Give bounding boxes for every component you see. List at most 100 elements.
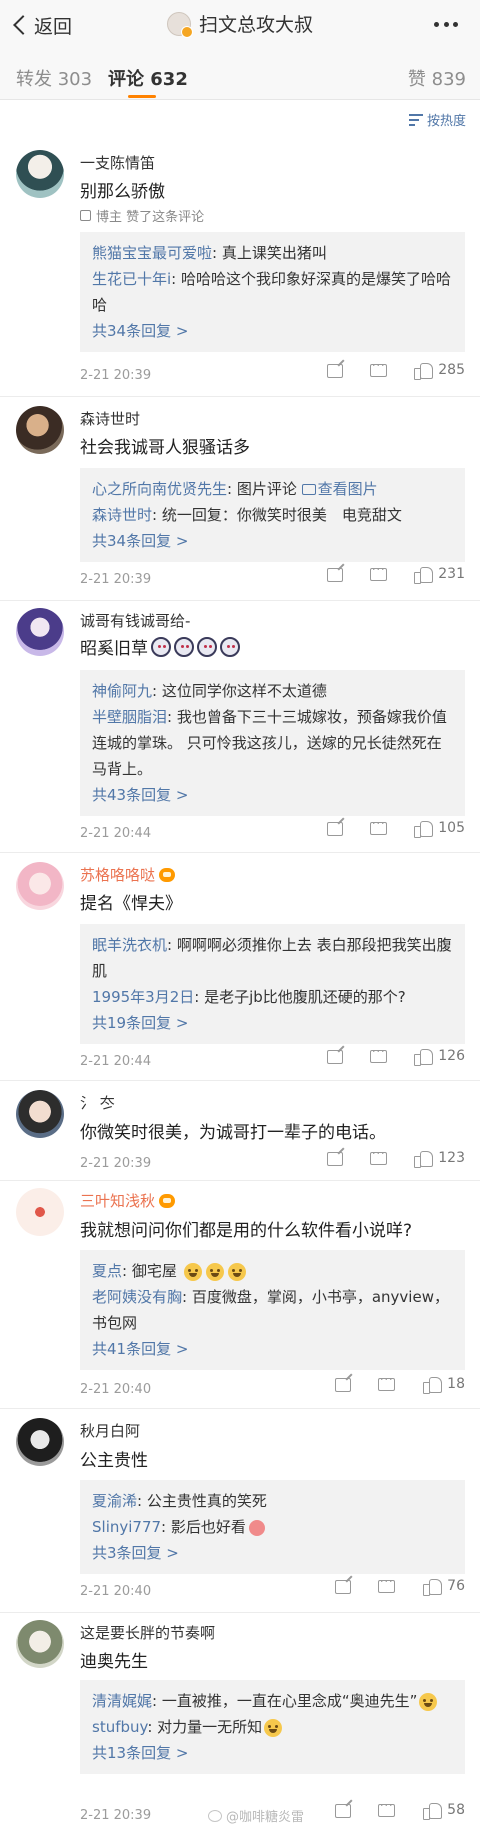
reply-button[interactable]: [378, 1575, 395, 1593]
more-replies-link[interactable]: 共13条回复 >: [92, 1740, 455, 1766]
reply-username[interactable]: 夏点: [92, 1262, 122, 1280]
share-icon: [335, 1804, 351, 1818]
like-count: 18: [447, 1376, 465, 1392]
reply-box: 神偷阿九: 这位同学你这样不太道德 半壁胭脂泪: 我也曾备下三十三城嫁妆，预备嫁…: [80, 670, 465, 816]
share-button[interactable]: [327, 822, 343, 836]
reply-line: 生花已十年i: 哈哈哈这个我印象好深真的是爆笑了哈哈哈: [92, 270, 452, 314]
like-button[interactable]: 231: [414, 566, 465, 584]
reply-line: 心之所向南优贤先生: 图片评论 查看图片: [92, 480, 378, 498]
avatar[interactable]: [16, 862, 64, 910]
reply-button[interactable]: [370, 563, 387, 581]
share-button[interactable]: [335, 1378, 351, 1392]
reply-username[interactable]: Slinyi777: [92, 1518, 161, 1536]
sort-toggle[interactable]: 按热度: [408, 110, 466, 129]
reply-button[interactable]: [370, 1045, 387, 1063]
share-button[interactable]: [335, 1580, 351, 1594]
more-replies-link[interactable]: 共41条回复 >: [92, 1336, 455, 1362]
avatar[interactable]: [16, 1620, 64, 1668]
avatar[interactable]: [16, 150, 64, 198]
more-replies-link[interactable]: 共34条回复 >: [92, 318, 455, 344]
like-button[interactable]: 285: [414, 362, 465, 380]
top-nav-bar: 返回 扫文总攻大叔: [0, 0, 480, 50]
author-avatar[interactable]: [166, 11, 193, 38]
laughing-emoji-icon: [419, 1692, 438, 1711]
share-button[interactable]: [327, 364, 343, 378]
more-replies-link[interactable]: 共3条回复 >: [92, 1540, 455, 1566]
share-button[interactable]: [327, 1152, 343, 1166]
reply-line: 半壁胭脂泪: 我也曾备下三十三城嫁妆，预备嫁我价值连城的掌珠。 只可怜我这孩儿，…: [92, 708, 447, 778]
reply-username[interactable]: 夏渝浠: [92, 1492, 137, 1510]
more-options-button[interactable]: [434, 22, 458, 28]
more-replies-link[interactable]: 共19条回复 >: [92, 1010, 455, 1036]
like-button[interactable]: 105: [414, 820, 465, 838]
reply-username[interactable]: 森诗世时: [92, 506, 152, 524]
laughing-emoji-icon: [183, 1262, 202, 1281]
username[interactable]: 苏格咯咯哒: [80, 864, 176, 885]
reply-button[interactable]: [370, 817, 387, 835]
laughing-emoji-icon: [227, 1262, 246, 1281]
dot-icon: [434, 22, 439, 27]
reply-username[interactable]: 生花已十年i: [92, 270, 171, 288]
reply-line: 眠羊洗衣机: 啊啊啊必须推你上去 表白那段把我笑出腹肌: [92, 936, 452, 980]
reply-box: 清清娓娓: 一直被推，一直在心里念成“奥迪先生” stufbuy: 对力量一无所…: [80, 1680, 465, 1774]
like-button[interactable]: 76: [423, 1578, 465, 1596]
reply-username[interactable]: 老阿姨没有胸: [92, 1288, 182, 1306]
username[interactable]: 一支陈情笛: [80, 152, 155, 173]
reply-username[interactable]: 心之所向南优贤先生: [92, 480, 227, 498]
like-button[interactable]: 18: [423, 1376, 465, 1394]
username[interactable]: 氵 冭: [80, 1092, 115, 1113]
view-image-link[interactable]: 查看图片: [301, 480, 378, 498]
reply-username[interactable]: 神偷阿九: [92, 682, 152, 700]
username[interactable]: 三叶知浅秋: [80, 1190, 176, 1211]
more-replies-link[interactable]: 共43条回复 >: [92, 782, 455, 808]
reply-username[interactable]: 1995年3月2日: [92, 988, 194, 1006]
like-button[interactable]: 58: [423, 1802, 465, 1820]
author-liked-text: 博主 赞了这条评论: [96, 210, 205, 225]
thumb-up-icon: [414, 566, 434, 584]
tab-likes[interactable]: 赞 839: [408, 65, 466, 91]
avatar[interactable]: [16, 1418, 64, 1466]
reply-line: 夏渝浠: 公主贵性真的笑死: [92, 1492, 267, 1510]
like-count: 76: [447, 1578, 465, 1594]
share-button[interactable]: [327, 1050, 343, 1064]
reply-button[interactable]: [370, 359, 387, 377]
reply-username[interactable]: 半壁胭脂泪: [92, 708, 167, 726]
reply-line: 神偷阿九: 这位同学你这样不太道德: [92, 682, 327, 700]
share-button[interactable]: [335, 1804, 351, 1818]
comment-meta: 2-21 20:40 76: [80, 1575, 465, 1606]
reply-button[interactable]: [378, 1799, 395, 1817]
dot-icon: [443, 22, 449, 27]
thumb-up-icon: [423, 1578, 443, 1596]
avatar[interactable]: [16, 406, 64, 454]
like-button[interactable]: 126: [414, 1048, 465, 1066]
share-icon: [335, 1580, 351, 1594]
reply-username[interactable]: stufbuy: [92, 1718, 147, 1736]
avatar[interactable]: [16, 1188, 64, 1236]
dot-icon: [453, 22, 458, 27]
divider: [0, 1612, 480, 1613]
username[interactable]: 秋月白阿: [80, 1420, 140, 1441]
share-icon: [327, 1050, 343, 1064]
reply-username[interactable]: 熊猫宝宝最可爱啦: [92, 244, 212, 262]
reply-text: 图片评论: [236, 480, 297, 498]
reply-username[interactable]: 清清娓娓: [92, 1692, 152, 1710]
reply-text: 真上课笑出猪叫: [221, 244, 327, 262]
watermark-text: @咖啡糖炎雷: [226, 1810, 305, 1825]
tab-repost[interactable]: 转发 303: [16, 65, 92, 91]
reply-button[interactable]: [370, 1147, 387, 1165]
avatar[interactable]: [16, 608, 64, 656]
reply-box: 熊猫宝宝最可爱啦: 真上课笑出猪叫 生花已十年i: 哈哈哈这个我印象好深真的是爆…: [80, 232, 465, 352]
sort-label: 按热度: [426, 114, 466, 129]
timestamp: 2-21 20:39: [80, 572, 152, 587]
username[interactable]: 这是要长胖的节奏啊: [80, 1622, 215, 1643]
avatar[interactable]: [16, 1090, 64, 1138]
like-button[interactable]: 123: [414, 1150, 465, 1168]
username[interactable]: 森诗世时: [80, 408, 140, 429]
vip-badge-icon: [159, 867, 176, 882]
reply-username[interactable]: 眠羊洗衣机: [92, 936, 167, 954]
reply-button[interactable]: [378, 1373, 395, 1391]
share-button[interactable]: [327, 568, 343, 582]
username[interactable]: 诚哥有钱诚哥给-: [80, 610, 190, 631]
more-replies-link[interactable]: 共34条回复 >: [92, 528, 455, 554]
tab-comments[interactable]: 评论 632: [108, 65, 188, 91]
